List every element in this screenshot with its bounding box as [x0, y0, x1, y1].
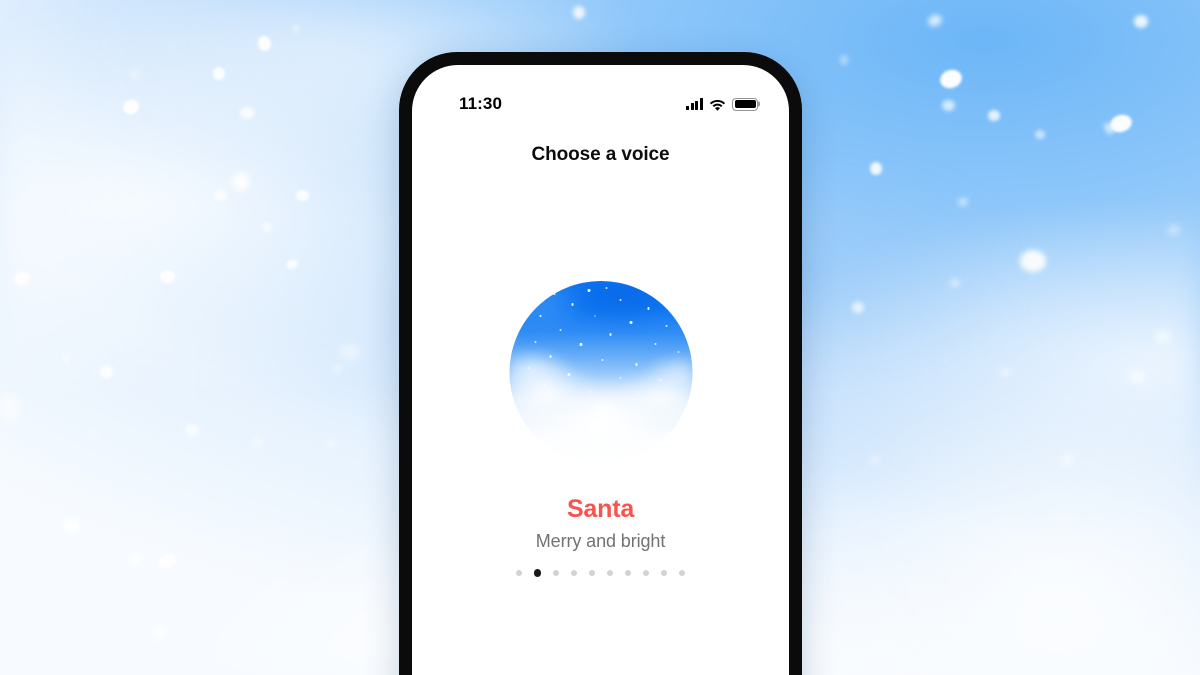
page-dot[interactable] — [624, 569, 632, 576]
page-dot[interactable] — [515, 569, 523, 576]
avatar-cloud-layer — [509, 281, 692, 464]
page-dot[interactable] — [552, 569, 560, 576]
page-title: Choose a voice — [531, 144, 670, 165]
phone-mockup: 11:30 Choose a voice Santa Merry and bri… — [399, 52, 802, 675]
status-bar-time: 11:30 — [459, 94, 503, 113]
page-dot[interactable] — [588, 569, 596, 576]
page-dot[interactable] — [678, 569, 686, 576]
wifi-icon — [709, 99, 726, 111]
snowy-sky-avatar[interactable] — [509, 281, 692, 464]
page-indicator[interactable] — [412, 569, 789, 577]
page-dot[interactable] — [660, 569, 668, 576]
status-bar: 11:30 — [412, 92, 789, 116]
voice-tagline: Merry and bright — [535, 531, 666, 551]
page-dot[interactable] — [606, 569, 614, 576]
cellular-signal-icon — [685, 98, 703, 110]
battery-fill — [734, 100, 756, 108]
page-dot[interactable] — [570, 569, 578, 576]
page-dot[interactable] — [642, 569, 650, 576]
page-dot-active[interactable] — [533, 569, 542, 577]
phone-screen: 11:30 Choose a voice Santa Merry and bri… — [412, 65, 789, 675]
status-bar-icons — [685, 97, 758, 111]
battery-full-icon — [732, 97, 758, 111]
voice-name: Santa — [566, 495, 635, 523]
voice-avatar[interactable] — [509, 281, 692, 464]
